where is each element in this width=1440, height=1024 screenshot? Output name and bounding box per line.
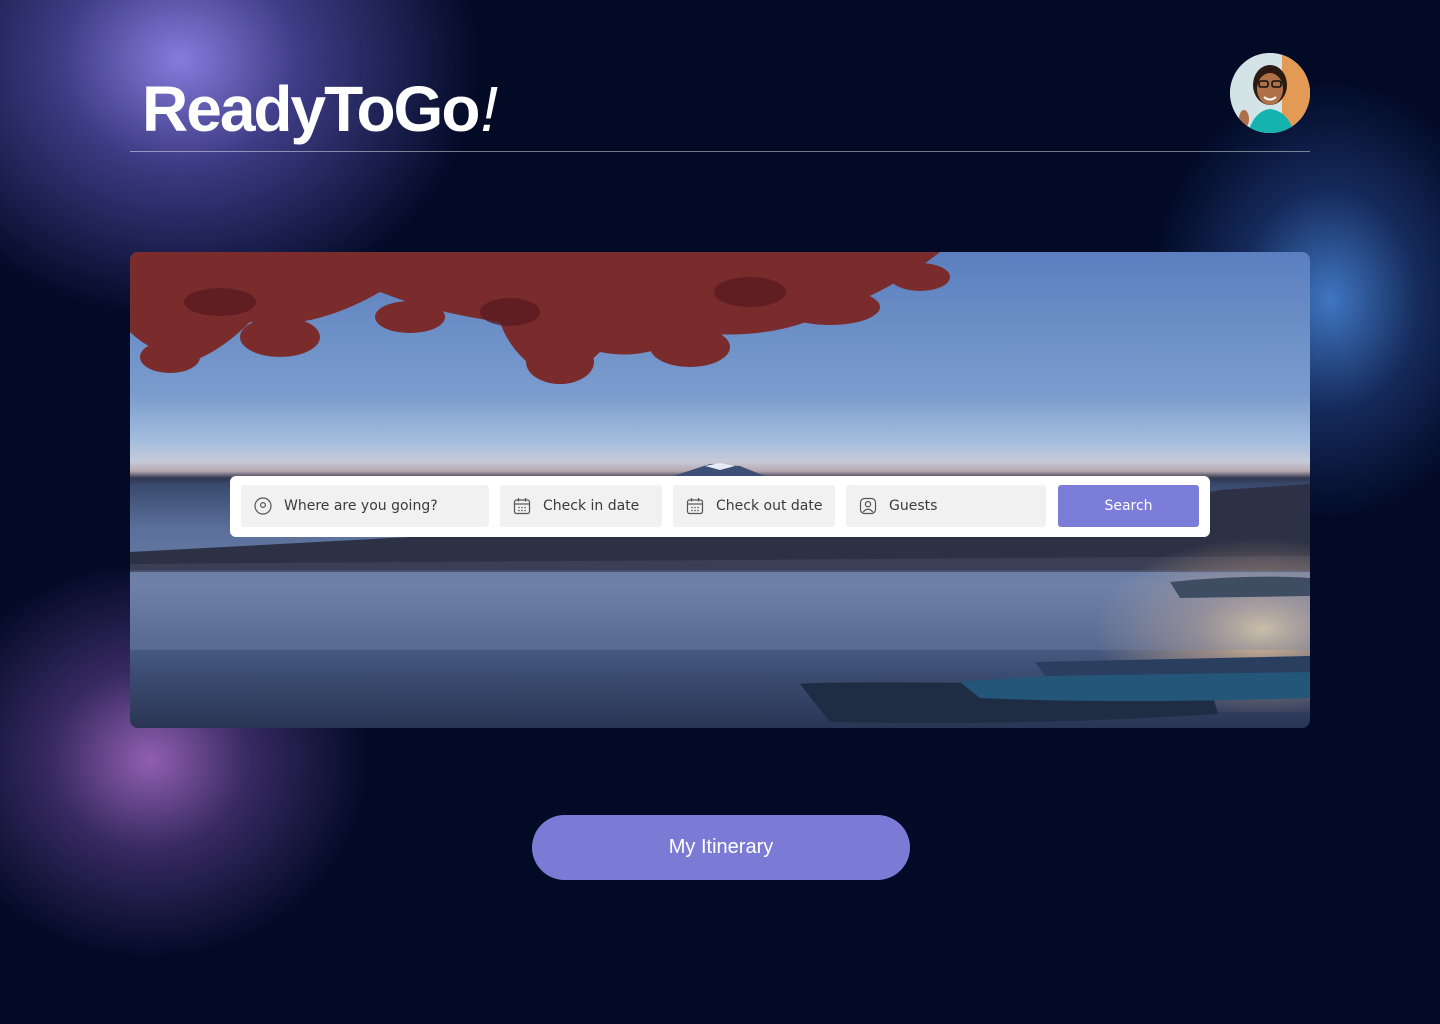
header-divider: [130, 151, 1310, 152]
user-icon: [859, 497, 877, 515]
guests-field[interactable]: Guests: [846, 485, 1046, 527]
brand-name: ReadyToGo: [142, 73, 480, 145]
checkout-field[interactable]: Check out date: [673, 485, 835, 527]
my-itinerary-button[interactable]: My Itinerary: [532, 815, 910, 880]
search-button[interactable]: Search: [1058, 485, 1199, 527]
location-pin-icon: [254, 497, 272, 515]
guests-placeholder: Guests: [889, 498, 938, 514]
search-bar: Where are you going? Check in date Check…: [230, 476, 1210, 537]
checkin-placeholder: Check in date: [543, 498, 640, 514]
calendar-icon: [686, 498, 704, 515]
user-avatar-icon: [1230, 53, 1310, 133]
checkout-placeholder: Check out date: [716, 498, 823, 514]
avatar[interactable]: [1230, 53, 1310, 133]
brand-suffix: !: [480, 73, 499, 145]
page: ReadyToGo! Where are you going? Check in…: [0, 0, 1440, 1024]
destination-placeholder: Where are you going?: [284, 498, 438, 514]
destination-field[interactable]: Where are you going?: [241, 485, 489, 527]
brand-logo[interactable]: ReadyToGo!: [142, 72, 498, 146]
checkin-field[interactable]: Check in date: [500, 485, 662, 527]
calendar-icon: [513, 498, 531, 515]
